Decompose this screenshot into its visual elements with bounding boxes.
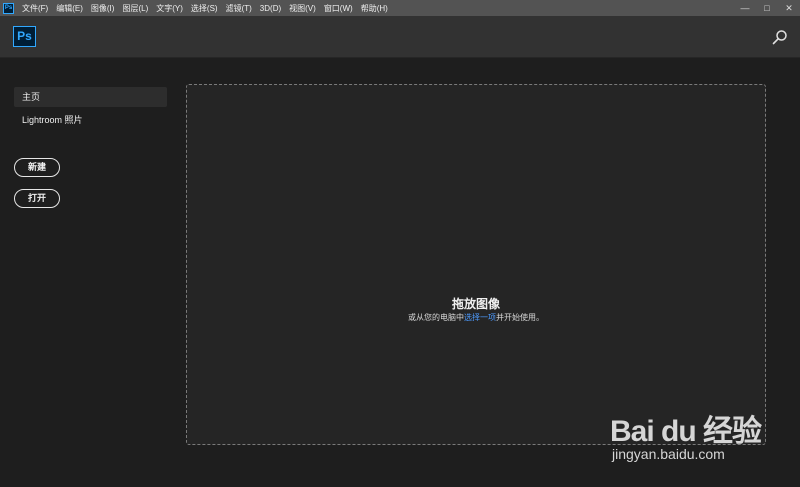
search-icon[interactable]: [772, 29, 788, 45]
window-controls: — □ ✕: [734, 0, 800, 16]
select-file-link[interactable]: 选择一项: [464, 313, 496, 322]
maximize-button[interactable]: □: [756, 0, 778, 16]
close-button[interactable]: ✕: [778, 0, 800, 16]
drop-zone[interactable]: 拖放图像 或从您的电脑中选择一项并开始使用。: [186, 84, 766, 445]
watermark-brand: Bai du 经验: [610, 415, 762, 448]
ps-logo: Ps: [13, 26, 36, 47]
minimize-button[interactable]: —: [734, 0, 756, 16]
sidebar-item-home[interactable]: 主页: [14, 87, 167, 107]
menu-help[interactable]: 帮助(H): [357, 3, 392, 14]
menu-layer[interactable]: 图层(L): [118, 3, 152, 14]
menu-3d[interactable]: 3D(D): [256, 4, 285, 13]
ps-app-icon[interactable]: Ps: [3, 2, 14, 14]
menu-window[interactable]: 窗口(W): [320, 3, 357, 14]
menu-image[interactable]: 图像(I): [87, 3, 119, 14]
menu-view[interactable]: 视图(V): [285, 3, 320, 14]
menu-select[interactable]: 选择(S): [187, 3, 222, 14]
subtitle-text-after: 并开始使用。: [496, 313, 544, 322]
sidebar-item-lightroom-photos[interactable]: Lightroom 照片: [14, 110, 167, 130]
watermark-url: jingyan.baidu.com: [612, 446, 725, 462]
home-header: Ps: [0, 16, 800, 58]
drop-zone-subtitle: 或从您的电脑中选择一项并开始使用。: [187, 312, 765, 323]
menu-filter[interactable]: 滤镜(T): [222, 3, 256, 14]
menu-edit[interactable]: 编辑(E): [52, 3, 87, 14]
open-button[interactable]: 打开: [14, 189, 60, 208]
new-button[interactable]: 新建: [14, 158, 60, 177]
subtitle-text-before: 或从您的电脑中: [408, 313, 464, 322]
menu-bar: Ps 文件(F) 编辑(E) 图像(I) 图层(L) 文字(Y) 选择(S) 滤…: [0, 0, 800, 16]
baidu-jingyan-watermark: Bai du 经验 jingyan.baidu.com: [610, 404, 770, 469]
menu-file[interactable]: 文件(F): [18, 3, 52, 14]
drop-zone-title: 拖放图像: [451, 297, 500, 311]
menu-type[interactable]: 文字(Y): [152, 3, 187, 14]
